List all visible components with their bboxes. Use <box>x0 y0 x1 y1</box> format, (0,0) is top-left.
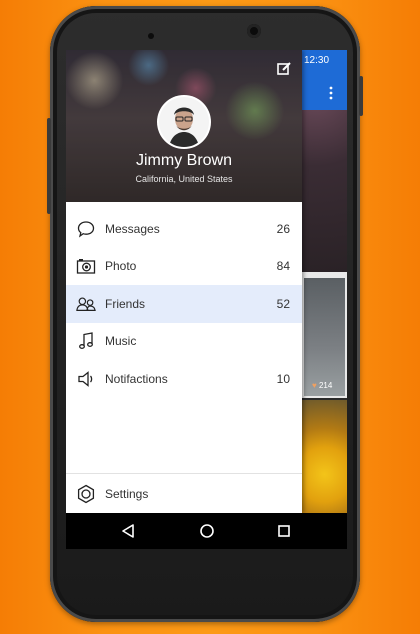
likes-count: ♥ 214 <box>312 381 332 390</box>
menu-item-count: 26 <box>276 221 290 236</box>
user-name: Jimmy Brown <box>135 152 232 169</box>
recents-square-icon[interactable] <box>274 521 294 541</box>
camera-icon <box>76 256 96 276</box>
menu-item-friends[interactable]: Friends 52 <box>66 285 302 323</box>
menu-item-settings[interactable]: Settings <box>66 475 302 513</box>
menu-item-label: Notifactions <box>105 371 168 386</box>
avatar[interactable] <box>159 97 209 147</box>
people-icon <box>76 294 96 314</box>
navigation-drawer: Jimmy Brown California, United States Me… <box>66 50 302 513</box>
drawer-divider <box>66 473 302 474</box>
user-location: California, United States <box>135 174 233 184</box>
overflow-menu-icon[interactable] <box>329 86 333 100</box>
likes-count-value: 214 <box>318 381 333 390</box>
menu-item-count: 52 <box>276 296 290 311</box>
proximity-sensor <box>148 33 154 39</box>
drawer-header: Jimmy Brown California, United States <box>66 50 302 202</box>
android-nav-bar <box>66 513 347 549</box>
front-camera <box>247 24 261 38</box>
menu-item-count: 10 <box>276 371 290 386</box>
back-triangle-icon[interactable] <box>118 521 138 541</box>
menu-item-photo[interactable]: Photo 84 <box>66 248 302 286</box>
status-time: 12:30 <box>304 55 330 66</box>
menu-item-label: Friends <box>105 296 146 311</box>
music-note-icon <box>76 331 96 351</box>
background-photo-card[interactable] <box>302 272 347 398</box>
menu-item-notifactions[interactable]: Notifactions 10 <box>66 360 302 398</box>
heart-icon: ♥ <box>312 381 317 390</box>
phone-screen: 12:30 ♥ 214 Jimmy Brown California, Unit… <box>66 50 347 549</box>
menu-item-label: Messages <box>105 221 160 236</box>
home-circle-icon[interactable] <box>197 521 217 541</box>
menu-item-label: Music <box>105 334 137 349</box>
speaker-icon <box>76 369 96 389</box>
speech-bubble-icon <box>76 219 96 239</box>
menu-item-label: Photo <box>105 259 137 274</box>
gear-icon <box>76 484 96 504</box>
volume-button[interactable] <box>47 118 51 214</box>
menu-item-messages[interactable]: Messages 26 <box>66 210 302 248</box>
menu-item-music[interactable]: Music <box>66 323 302 361</box>
drawer-menu: Messages 26 Photo 84 Friends 52 Music No… <box>66 210 302 398</box>
menu-item-count: 84 <box>276 259 290 274</box>
edit-icon[interactable] <box>275 60 293 78</box>
power-button[interactable] <box>359 76 363 116</box>
settings-label: Settings <box>105 487 149 501</box>
